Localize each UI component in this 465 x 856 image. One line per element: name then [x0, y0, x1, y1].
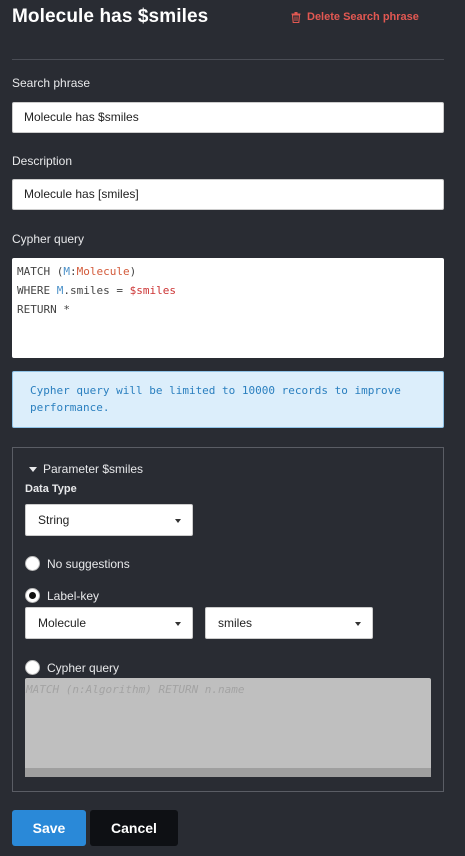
- radio-label-key[interactable]: Label-key: [25, 588, 99, 603]
- description-input[interactable]: Molecule has [smiles]: [12, 179, 444, 210]
- key-select[interactable]: smiles: [205, 607, 373, 639]
- parameter-title: Parameter $smiles: [43, 462, 144, 476]
- search-phrase-input[interactable]: Molecule has $smiles: [12, 102, 444, 133]
- code-line-3: RETURN *: [17, 303, 70, 316]
- header-divider: [12, 59, 444, 60]
- horizontal-scrollbar[interactable]: [25, 768, 431, 777]
- code-line-1: MATCH (M:Molecule): [17, 265, 137, 278]
- description-label: Description: [12, 154, 73, 168]
- suggestion-query-editor[interactable]: MATCH (n:Algorithm) RETURN n.name: [25, 678, 431, 777]
- data-type-value: String: [38, 513, 70, 527]
- key-value: smiles: [218, 616, 253, 630]
- radio-button[interactable]: [25, 660, 40, 675]
- code-line-2: WHERE M.smiles = $smiles: [17, 284, 176, 297]
- page-title: Molecule has $smiles: [12, 6, 209, 27]
- label-value: Molecule: [38, 616, 87, 630]
- delete-label: Delete Search phrase: [307, 11, 419, 23]
- delete-search-phrase-button[interactable]: Delete Search phrase: [291, 11, 419, 23]
- caret-down-icon: [175, 622, 181, 626]
- radio-label: Label-key: [47, 588, 100, 603]
- radio-label: No suggestions: [47, 556, 130, 571]
- trash-icon: [291, 11, 301, 23]
- radio-cypher-query[interactable]: Cypher query: [25, 660, 119, 675]
- cypher-query-editor[interactable]: MATCH (M:Molecule) WHERE M.smiles = $smi…: [12, 258, 444, 358]
- radio-label: Cypher query: [47, 660, 120, 675]
- save-button[interactable]: Save: [12, 810, 86, 846]
- data-type-select[interactable]: String: [25, 504, 193, 536]
- info-message: Cypher query will be limited to 10000 re…: [12, 371, 444, 428]
- radio-button[interactable]: [25, 556, 40, 571]
- caret-down-icon: [175, 519, 181, 523]
- radio-no-suggestions[interactable]: No suggestions: [25, 556, 130, 571]
- parameter-toggle[interactable]: Parameter $smiles: [29, 462, 143, 476]
- cypher-query-label: Cypher query: [12, 232, 85, 246]
- data-type-label: Data Type: [25, 483, 77, 495]
- label-select[interactable]: Molecule: [25, 607, 193, 639]
- caret-down-icon: [29, 466, 37, 472]
- search-phrase-label: Search phrase: [12, 76, 91, 90]
- cancel-button[interactable]: Cancel: [90, 810, 178, 846]
- radio-button[interactable]: [25, 588, 40, 603]
- caret-down-icon: [355, 622, 361, 626]
